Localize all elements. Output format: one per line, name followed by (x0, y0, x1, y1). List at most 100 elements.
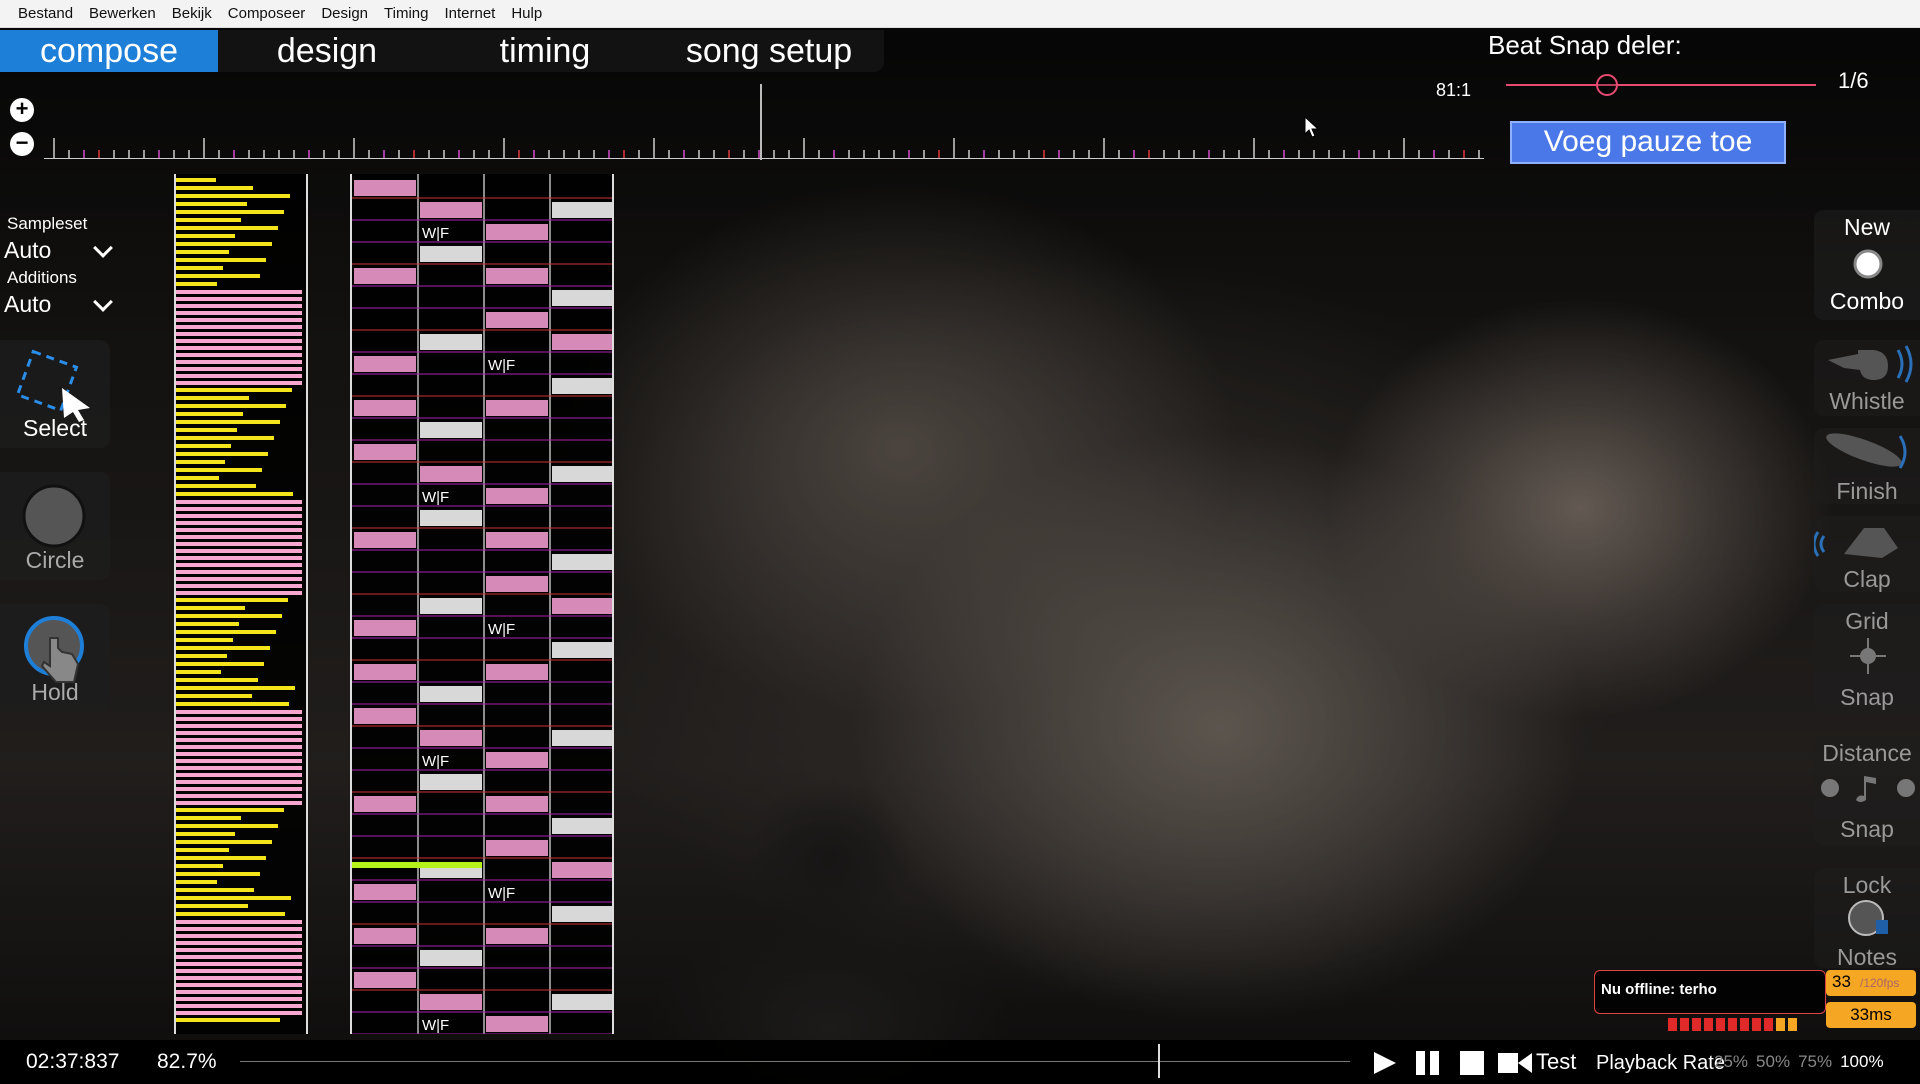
fps-unit: /120fps (1860, 976, 1900, 990)
strain-bar (176, 360, 302, 364)
beat-snap-slider-thumb[interactable] (1596, 74, 1618, 96)
fps-counter: 33 /120fps (1826, 970, 1916, 996)
mania-note (420, 994, 482, 1010)
strain-bar (176, 514, 302, 518)
strain-bar (176, 178, 216, 182)
select-tool[interactable]: Select (0, 340, 110, 448)
progress-percent: 82.7% (157, 1050, 217, 1073)
test-button[interactable]: Test (1536, 1049, 1576, 1075)
clap-toggle[interactable]: Clap (1814, 516, 1920, 592)
playback-rate-100[interactable]: 100% (1840, 1052, 1883, 1072)
mania-note (486, 224, 548, 240)
strain-bar (176, 646, 270, 650)
strain-bar (176, 234, 235, 238)
strain-bar (176, 638, 233, 642)
menu-design[interactable]: Design (313, 0, 376, 28)
hold-icon (24, 616, 84, 683)
notification-toast[interactable]: Nu offline: terho (1594, 970, 1826, 1014)
test-camera-icon[interactable] (1496, 1050, 1534, 1076)
strain-bar (176, 535, 302, 539)
notification-text: Nu offline: terho (1601, 981, 1717, 998)
finish-label: Finish (1836, 478, 1898, 504)
grid-snap-label-line2: Snap (1840, 684, 1894, 710)
tab-song-setup[interactable]: song setup (654, 30, 884, 72)
mania-note (420, 598, 482, 614)
menu-timing[interactable]: Timing (376, 0, 436, 28)
distance-snap-toggle[interactable]: Distance Snap (1814, 736, 1920, 846)
mania-note (552, 818, 612, 834)
menu-internet[interactable]: Internet (436, 0, 503, 28)
strain-bar (176, 934, 302, 938)
load-indicator (1668, 1018, 1797, 1032)
zoom-out-icon[interactable]: − (10, 132, 34, 156)
strain-bar (176, 983, 302, 987)
strain-bar (176, 266, 223, 270)
menu-hulp[interactable]: Hulp (503, 0, 550, 28)
zoom-in-icon[interactable]: + (10, 98, 34, 122)
circle-icon (22, 484, 86, 548)
new-combo-toggle[interactable]: New Combo (1814, 210, 1920, 320)
menu-bar: Bestand Bewerken Bekijk Composeer Design… (0, 0, 1920, 28)
whistle-label: Whistle (1829, 388, 1905, 414)
play-icon[interactable] (1370, 1050, 1398, 1076)
menu-bewerken[interactable]: Bewerken (81, 0, 164, 28)
strain-bar (176, 563, 302, 567)
beat-snap-slider[interactable] (1506, 84, 1816, 86)
strain-bar (176, 622, 239, 626)
tab-compose[interactable]: compose (0, 30, 218, 72)
strain-bar (176, 888, 254, 892)
strain-bar (176, 258, 266, 262)
pause-icon[interactable] (1414, 1050, 1442, 1076)
strain-bar (176, 962, 302, 966)
playback-rate-75[interactable]: 75% (1798, 1052, 1832, 1072)
lock-notes-toggle[interactable]: Lock Notes (1814, 868, 1920, 970)
seek-bar-position[interactable] (1158, 1044, 1160, 1078)
strain-bar (176, 1011, 302, 1015)
strain-bar (176, 880, 217, 884)
mania-playfield[interactable]: W|F W|F W|F W|F W|F W|F W|F (350, 174, 614, 1034)
mania-note (486, 312, 548, 328)
strain-bar (176, 290, 302, 294)
new-combo-label-line1: New (1843, 214, 1890, 240)
strain-bar (176, 670, 221, 674)
playback-rate-50[interactable]: 50% (1756, 1052, 1790, 1072)
strain-bar (176, 468, 262, 472)
mania-note (486, 576, 548, 592)
strain-bar (176, 662, 264, 666)
seek-bar[interactable] (240, 1061, 1350, 1062)
strain-bar (176, 556, 302, 560)
strain-bar (176, 388, 292, 392)
distance-snap-label-line1: Distance (1822, 740, 1912, 766)
mania-note (552, 598, 612, 614)
sampleset-value: Auto (4, 237, 52, 263)
strain-bar (176, 848, 229, 852)
circle-tool-label: Circle (25, 547, 85, 573)
strain-bar (176, 353, 302, 357)
finish-toggle[interactable]: Finish (1814, 428, 1920, 504)
bottom-bar: 02:37:837 82.7% Test Playback Rate 25% 5… (0, 1040, 1920, 1084)
menu-bestand[interactable]: Bestand (10, 0, 81, 28)
sampleset-select[interactable]: Auto (4, 237, 113, 264)
strain-bar (176, 396, 249, 400)
strain-bar (176, 1018, 280, 1022)
whistle-toggle[interactable]: Whistle (1814, 340, 1920, 416)
add-break-button[interactable]: Voeg pauze toe (1510, 121, 1786, 164)
timeline-playhead[interactable] (760, 84, 762, 160)
tab-timing[interactable]: timing (436, 30, 654, 72)
menu-bekijk[interactable]: Bekijk (164, 0, 220, 28)
strain-bar (176, 500, 302, 504)
strain-bar (176, 584, 302, 588)
tab-design[interactable]: design (218, 30, 436, 72)
menu-composeer[interactable]: Composeer (220, 0, 314, 28)
grid-snap-toggle[interactable]: Grid Snap (1814, 604, 1920, 714)
stop-icon[interactable] (1458, 1050, 1486, 1076)
strain-bar (176, 710, 302, 714)
current-position-marker (352, 862, 482, 868)
playback-rate-25[interactable]: 25% (1714, 1052, 1748, 1072)
circle-tool[interactable]: Circle (0, 472, 110, 580)
additions-select[interactable]: Auto (4, 291, 113, 318)
hold-tool[interactable]: Hold (0, 604, 110, 712)
strain-bar (176, 186, 253, 190)
timeline[interactable]: + − (0, 76, 1490, 166)
strain-bar (176, 476, 219, 480)
